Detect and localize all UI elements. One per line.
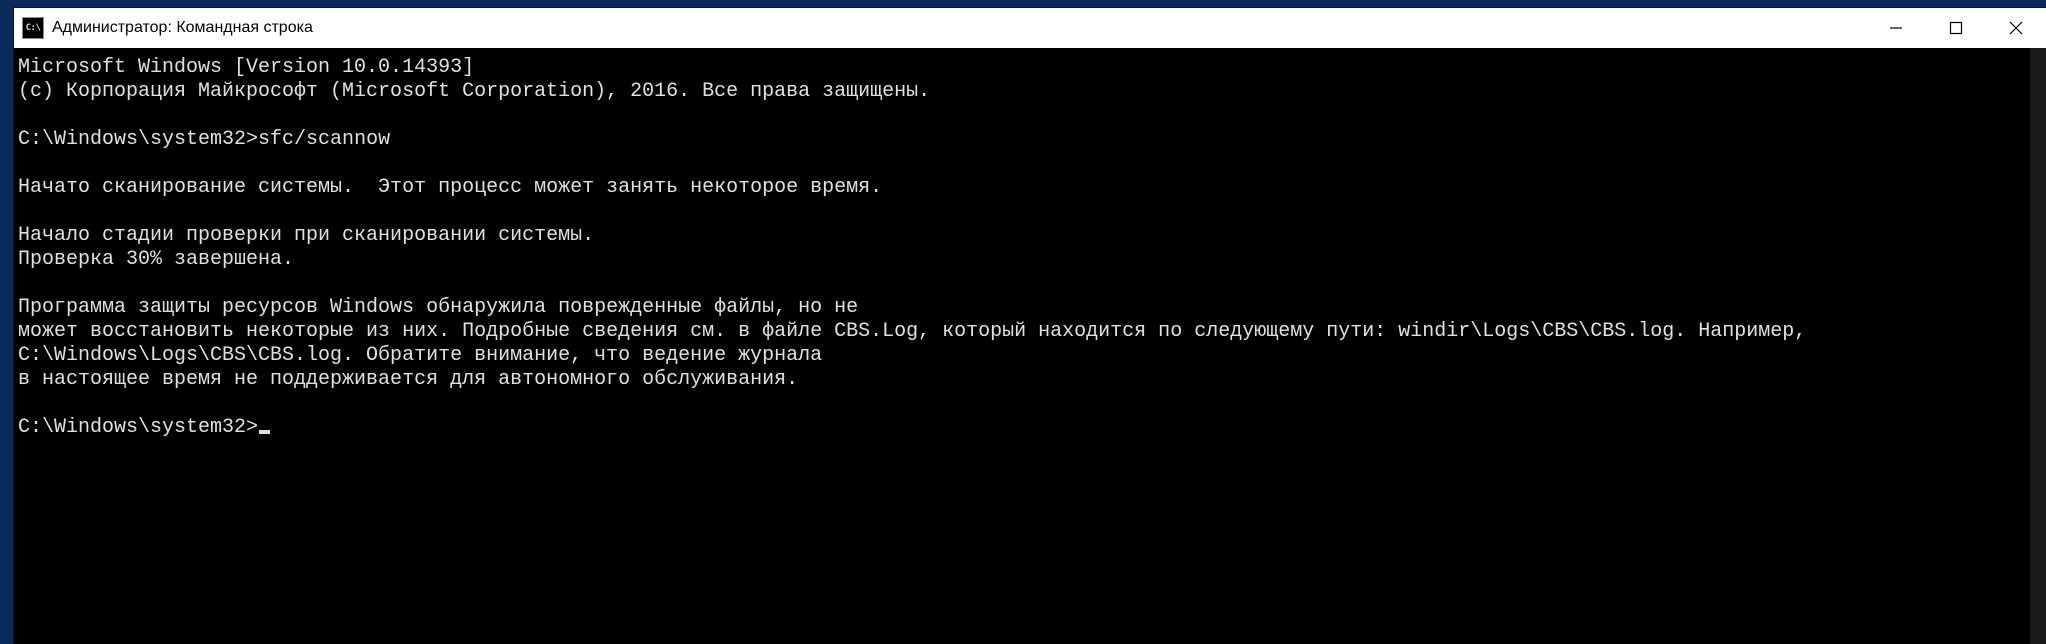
minimize-button[interactable] [1866, 8, 1926, 48]
title-left: C:\ Администратор: Командная строка [14, 17, 313, 39]
window-title: Администратор: Командная строка [52, 19, 313, 37]
prompt: C:\Windows\system32> [18, 128, 258, 151]
cmd-app-icon: C:\ [22, 17, 44, 39]
output-line: может восстановить некоторые из них. Под… [18, 320, 1806, 343]
command-text: sfc/scannow [258, 128, 390, 151]
output-line: Начало стадии проверки при сканировании … [18, 224, 594, 247]
output-line: Microsoft Windows [Version 10.0.14393] [18, 56, 474, 79]
titlebar[interactable]: C:\ Администратор: Командная строка [14, 8, 2046, 49]
window-controls [1866, 8, 2046, 48]
maximize-icon [1949, 21, 1963, 35]
prompt: C:\Windows\system32> [18, 416, 258, 439]
output-line: C:\Windows\Logs\CBS\CBS.log. Обратите вн… [18, 344, 822, 367]
close-button[interactable] [1986, 8, 2046, 48]
output-line: в настоящее время не поддерживается для … [18, 368, 798, 391]
minimize-icon [1889, 21, 1903, 35]
output-line: (с) Корпорация Майкрософт (Microsoft Cor… [18, 80, 930, 103]
output-line: Начато сканирование системы. Этот процес… [18, 176, 882, 199]
output-line: Программа защиты ресурсов Windows обнару… [18, 296, 858, 319]
cursor [259, 430, 270, 434]
command-prompt-window: C:\ Администратор: Командная строка Micr… [14, 8, 2046, 644]
maximize-button[interactable] [1926, 8, 1986, 48]
vertical-scrollbar[interactable] [2030, 48, 2046, 644]
output-line: Проверка 30% завершена. [18, 248, 294, 271]
terminal-output[interactable]: Microsoft Windows [Version 10.0.14393] (… [14, 48, 2046, 644]
close-icon [2009, 21, 2023, 35]
